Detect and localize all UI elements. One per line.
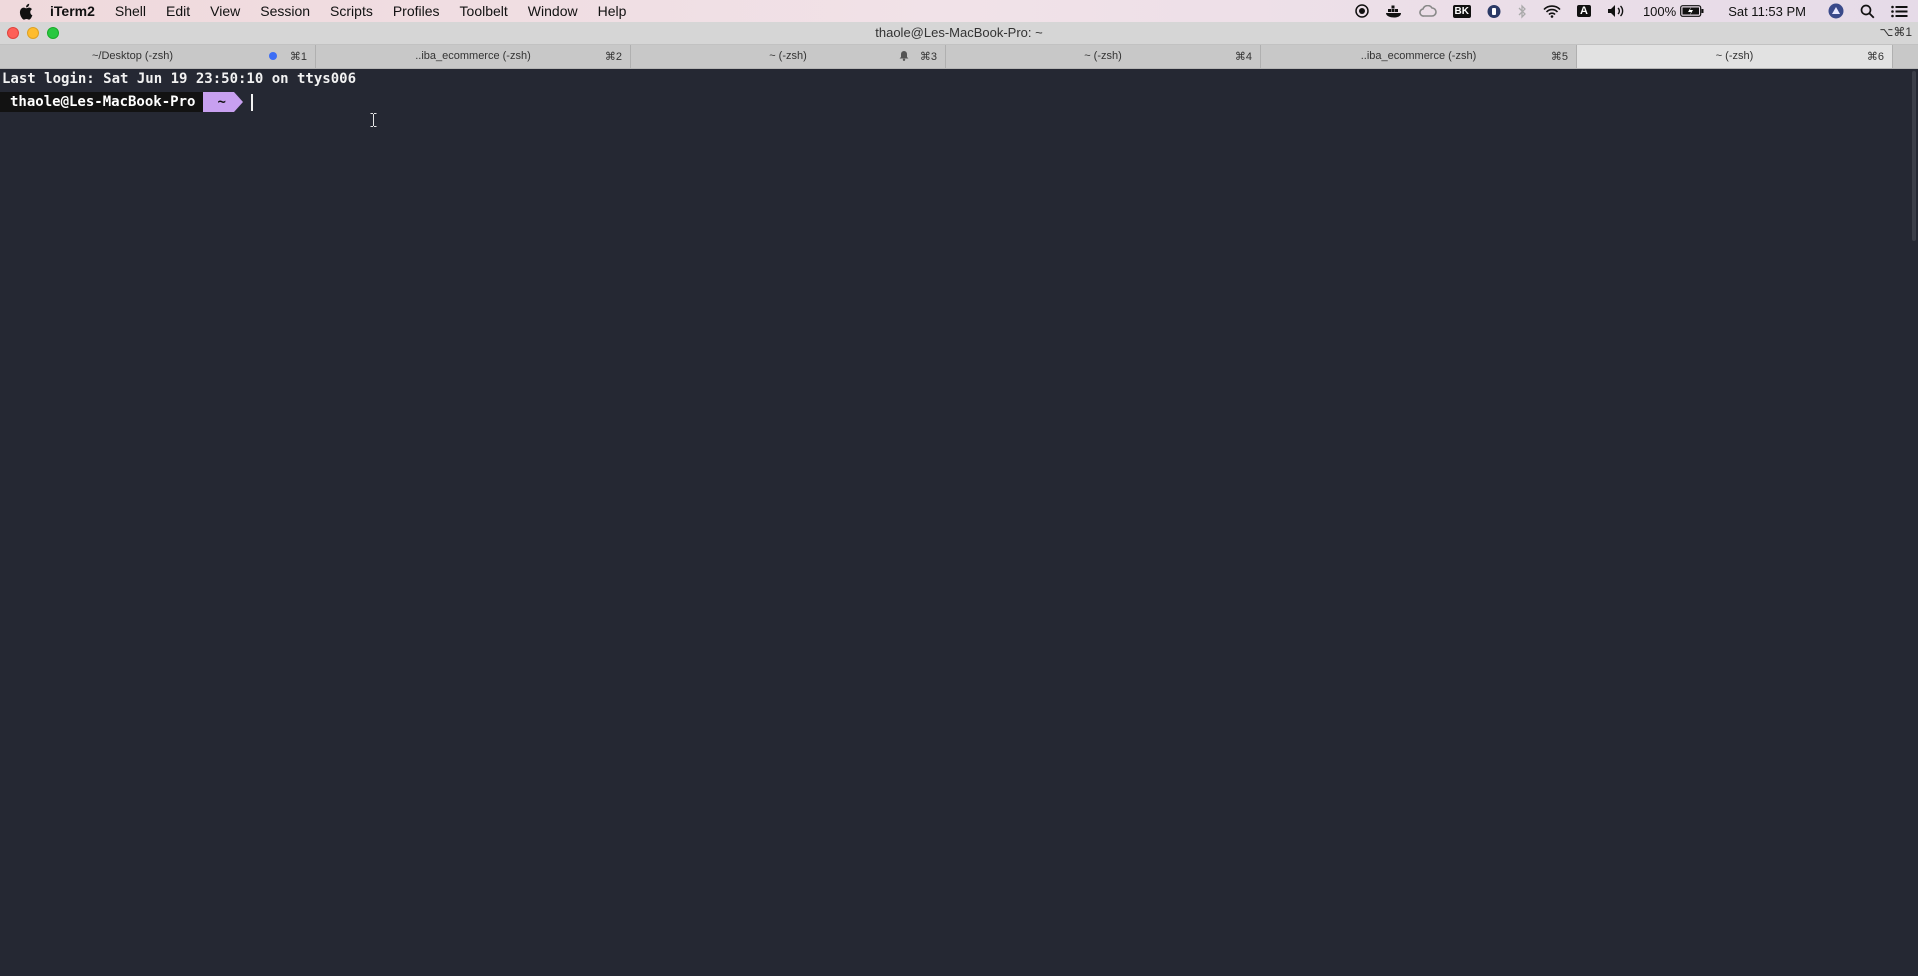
text-cursor [250,93,253,111]
tab-3[interactable]: ~ (-zsh) ⌘3 [631,45,946,68]
tab-shortcut: ⌘5 [1550,51,1568,63]
tab-4[interactable]: ~ (-zsh) ⌘4 [946,45,1261,68]
apple-menu-icon[interactable] [18,2,36,20]
clock[interactable]: Sat 11:53 PM [1728,4,1806,19]
prompt-dir-segment: ~ [203,92,234,112]
menu-shell[interactable]: Shell [115,3,146,19]
shell-prompt: thaole@Les-MacBook-Pro ~ [0,92,253,112]
tab-2[interactable]: ..iba_ecommerce (-zsh) ⌘2 [316,45,631,68]
tab-5[interactable]: ..iba_ecommerce (-zsh) ⌘5 [1261,45,1577,68]
status-area: BK A 100% Sat 11:53 PM [1354,0,1918,22]
battery-icon[interactable] [1680,5,1704,17]
tab-label: ..iba_ecommerce (-zsh) [1360,50,1477,62]
wifi-icon[interactable] [1543,4,1561,18]
tab-shortcut: ⌘6 [1866,51,1884,63]
prompt-user-segment: thaole@Les-MacBook-Pro [0,92,204,112]
window-title: thaole@Les-MacBook-Pro: ~ [875,25,1043,40]
menu-view[interactable]: View [210,3,240,19]
input-source-icon[interactable]: A [1576,5,1591,17]
notification-center-icon[interactable] [1891,5,1908,18]
battery-percent[interactable]: 100% [1643,4,1676,19]
tab-bar: ~/Desktop (-zsh) ⌘1 ..iba_ecommerce (-zs… [0,45,1918,69]
tab-label: ~ (-zsh) [1715,50,1754,62]
tab-shortcut: ⌘4 [1234,51,1252,63]
docker-icon[interactable] [1385,5,1403,18]
bk-label: BK [1452,4,1471,18]
menu-app-iterm2[interactable]: iTerm2 [50,3,95,19]
tab-shortcut: ⌘1 [289,51,307,63]
tab-shortcut: ⌘3 [919,51,937,63]
menu-bar: iTerm2 Shell Edit View Session Scripts P… [0,0,1918,22]
menu-profiles[interactable]: Profiles [393,3,440,19]
window-title-bar: thaole@Les-MacBook-Pro: ~ ⌥⌘1 [0,22,1918,45]
bluetooth-icon[interactable] [1517,3,1527,19]
tab-label: ~ (-zsh) [1084,50,1122,62]
user-avatar-icon[interactable] [1828,3,1844,19]
tab-label: ..iba_ecommerce (-zsh) [415,50,531,62]
menu-help[interactable]: Help [598,3,627,19]
screen-record-icon[interactable] [1354,4,1369,18]
keepass-icon[interactable] [1487,4,1501,19]
tab-label: ~ (-zsh) [769,50,807,62]
tab-1[interactable]: ~/Desktop (-zsh) ⌘1 [0,45,316,68]
tab-6[interactable]: ~ (-zsh) ⌘6 [1577,45,1893,68]
menu-window[interactable]: Window [528,3,578,19]
terminal-session[interactable]: Last login: Sat Jun 19 23:50:10 on ttys0… [0,69,1918,976]
menu-toolbelt[interactable]: Toolbelt [460,3,508,19]
volume-icon[interactable] [1607,4,1627,18]
tab-shortcut: ⌘2 [604,51,622,63]
prompt-arrow-icon [233,92,243,112]
menu-session[interactable]: Session [260,3,310,19]
menu-edit[interactable]: Edit [166,3,190,19]
bk-icon[interactable]: BK [1452,4,1471,18]
window-shortcut: ⌥⌘1 [1879,25,1912,39]
input-source-label: A [1576,5,1591,17]
tab-bar-filler [1893,45,1918,68]
menu-scripts[interactable]: Scripts [330,3,373,19]
ibeam-cursor-icon [370,113,377,127]
last-login-line: Last login: Sat Jun 19 23:50:10 on ttys0… [2,71,357,87]
terminal-scrollbar[interactable] [1912,71,1916,241]
bell-icon [899,50,909,64]
spotlight-search-icon[interactable] [1860,4,1875,19]
creative-cloud-icon[interactable] [1418,5,1437,17]
activity-dot-icon [269,52,277,60]
tab-label: ~/Desktop (-zsh) [92,50,173,62]
